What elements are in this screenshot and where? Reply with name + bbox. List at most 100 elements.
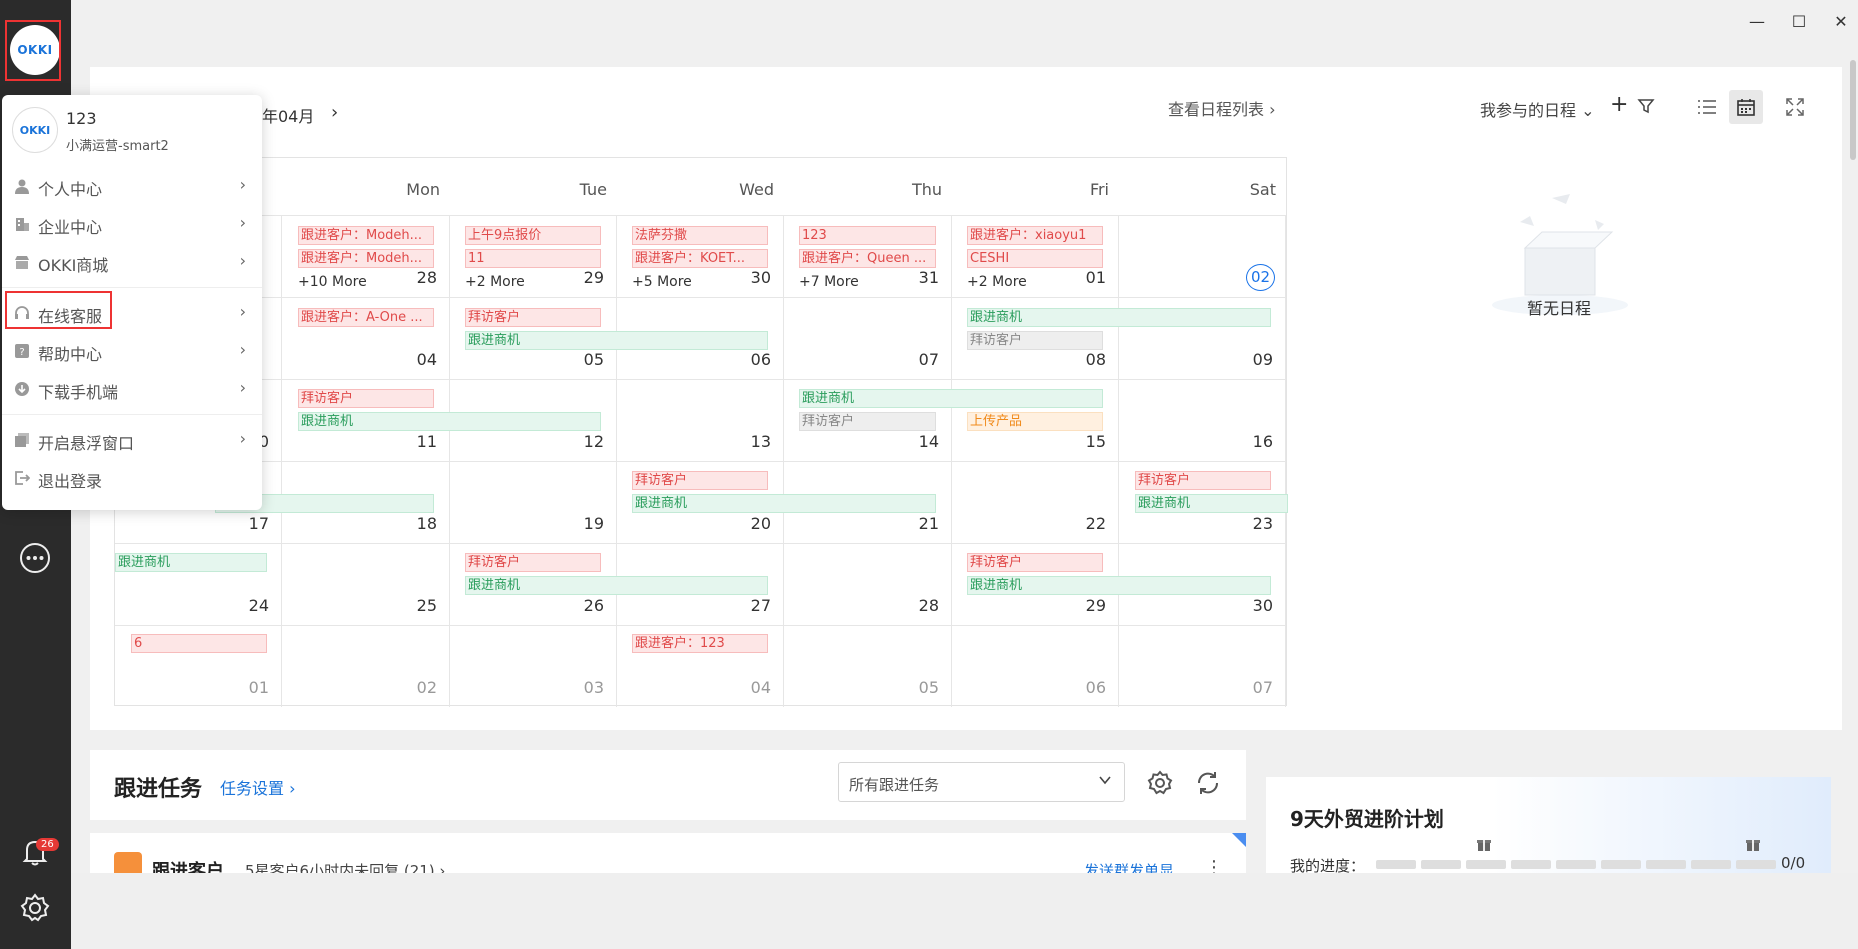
progress-segment (1376, 860, 1416, 869)
progress-segment (1601, 860, 1641, 869)
task-type-select[interactable]: 所有跟进任务 (838, 762, 1125, 802)
close-button[interactable]: ✕ (1831, 12, 1851, 32)
follow-up-task-title: 跟进任务 (114, 777, 203, 802)
month-label: 年04月 (262, 107, 315, 126)
day-number: 29 (1085, 596, 1106, 615)
calendar-event[interactable]: 跟进商机 (465, 331, 768, 350)
calendar-event[interactable]: 拜访客户 (298, 389, 434, 408)
calendar-day-cell[interactable]: 16 (1119, 379, 1286, 461)
calendar-event[interactable]: 跟进客户：xiaoyu1 (967, 226, 1103, 245)
calendar-event[interactable]: 跟进客户：KOET... (632, 249, 768, 268)
calendar-view-button[interactable] (1729, 90, 1763, 124)
minimize-button[interactable]: — (1747, 12, 1767, 32)
calendar-event[interactable]: 法萨芬撒 (632, 226, 768, 245)
calendar-day-cell[interactable]: 28 (784, 543, 952, 625)
notification-badge: 26 (36, 838, 59, 851)
more-events-link[interactable]: +5 More (632, 274, 692, 290)
calendar-event[interactable]: 跟进客户：A-One ... (298, 308, 434, 327)
day-number: 29 (583, 268, 604, 287)
menu-item-floating-window[interactable]: 开启悬浮窗口 › (2, 421, 262, 459)
calendar-day-cell[interactable]: 05 (784, 625, 952, 707)
calendar-day-cell[interactable]: 13 (617, 379, 784, 461)
more-events-link[interactable]: +10 More (298, 274, 367, 290)
menu-item-enterprise-center[interactable]: 企业中心 › (2, 205, 262, 243)
menu-item-logout[interactable]: 退出登录 (2, 459, 262, 497)
calendar-event[interactable]: 跟进客户：Queen ... (799, 249, 936, 268)
schedule-filter-dropdown[interactable]: 我参与的日程 ⌄ (1480, 97, 1595, 121)
calendar-day-cell[interactable]: 07 (1119, 625, 1286, 707)
calendar-event[interactable]: 上传产品 (967, 412, 1103, 431)
day-number: 14 (918, 432, 939, 451)
more-events-link[interactable]: +2 More (967, 274, 1027, 290)
calendar-day-cell[interactable]: 02 (282, 625, 450, 707)
calendar-day-cell[interactable]: 07 (784, 297, 952, 379)
weekday-header-wed: Wed (739, 180, 774, 199)
calendar-event[interactable]: 跟进商机 (298, 412, 601, 431)
day-number: 24 (248, 596, 269, 615)
menu-item-label: 下载手机端 (38, 383, 119, 402)
menu-item-personal-center[interactable]: 个人中心 › (2, 167, 262, 205)
calendar-event[interactable]: 跟进商机 (967, 576, 1271, 595)
calendar-event[interactable]: 跟进商机 (115, 553, 267, 572)
store-icon (15, 256, 29, 269)
calendar-event[interactable]: 拜访客户 (967, 331, 1103, 350)
today-marker: 02 (1246, 264, 1275, 291)
next-month-button[interactable]: › (331, 102, 338, 123)
calendar-day-cell[interactable]: 03 (450, 625, 617, 707)
calendar-event[interactable]: 11 (465, 249, 601, 268)
maximize-button[interactable]: ☐ (1789, 12, 1809, 32)
filter-icon[interactable] (1637, 97, 1655, 115)
calendar-day-cell[interactable]: 25 (282, 543, 450, 625)
fullscreen-icon[interactable] (1785, 97, 1805, 117)
more-apps-icon[interactable] (18, 541, 52, 575)
list-view-button[interactable] (1690, 90, 1724, 124)
calendar-event[interactable]: 拜访客户 (632, 471, 768, 490)
gear-icon[interactable] (1146, 769, 1174, 797)
menu-item-help-center[interactable]: ? 帮助中心 › (2, 332, 262, 370)
calendar-event[interactable]: 跟进商机 (1135, 494, 1288, 513)
chevron-right-icon: › (239, 213, 246, 232)
calendar-event[interactable]: 跟进客户：Modeh... (298, 226, 434, 245)
calendar-event[interactable]: 跟进商机 (632, 494, 936, 513)
page-scrollbar[interactable] (1850, 60, 1856, 160)
person-icon (15, 179, 29, 194)
refresh-icon[interactable] (1194, 769, 1222, 797)
logo-highlight-box (5, 20, 61, 81)
calendar-event[interactable]: 跟进商机 (799, 389, 1103, 408)
calendar-day-cell[interactable]: 19 (450, 461, 617, 543)
calendar-event[interactable]: 上午9点报价 (465, 226, 601, 245)
more-events-link[interactable]: +7 More (799, 274, 859, 290)
day-number: 30 (1252, 596, 1273, 615)
calendar-event[interactable]: 拜访客户 (465, 308, 601, 327)
day-number: 19 (583, 514, 604, 533)
menu-item-download-mobile[interactable]: 下载手机端 › (2, 370, 262, 408)
more-events-link[interactable]: +2 More (465, 274, 525, 290)
day-number: 06 (750, 350, 771, 369)
view-schedule-list-link[interactable]: 查看日程列表 › (1168, 96, 1276, 120)
calendar-event[interactable]: 跟进客户：Modeh... (298, 249, 434, 268)
calendar-event[interactable]: 拜访客户 (799, 412, 936, 431)
gear-icon[interactable] (18, 891, 52, 925)
add-schedule-button[interactable]: + (1610, 92, 1628, 117)
list-view-icon (1698, 100, 1716, 114)
calendar-event[interactable]: 跟进客户：123 (632, 634, 768, 653)
day-number: 21 (918, 514, 939, 533)
menu-item-label: 企业中心 (38, 218, 103, 237)
calendar-event[interactable]: 6 (131, 634, 267, 653)
task-settings-link[interactable]: 任务设置 › (220, 775, 296, 799)
day-number: 04 (416, 350, 437, 369)
calendar-day-cell[interactable]: 22 (952, 461, 1119, 543)
calendar-day-cell[interactable]: 02 (1119, 215, 1286, 297)
chevron-right-icon: › (239, 340, 246, 359)
calendar-event[interactable]: 跟进商机 (967, 308, 1271, 327)
calendar-event[interactable]: 123 (799, 226, 936, 245)
calendar-event[interactable]: 拜访客户 (967, 553, 1103, 572)
calendar-event[interactable]: 拜访客户 (465, 553, 601, 572)
menu-item-okki-store[interactable]: OKKI商城 › (2, 243, 262, 281)
calendar-event[interactable]: CESHI (967, 249, 1103, 268)
calendar-event[interactable]: 拜访客户 (1135, 471, 1271, 490)
calendar-day-cell[interactable]: 06 (952, 625, 1119, 707)
day-number: 01 (248, 678, 269, 697)
calendar-event[interactable]: 跟进商机 (465, 576, 768, 595)
day-number: 07 (918, 350, 939, 369)
